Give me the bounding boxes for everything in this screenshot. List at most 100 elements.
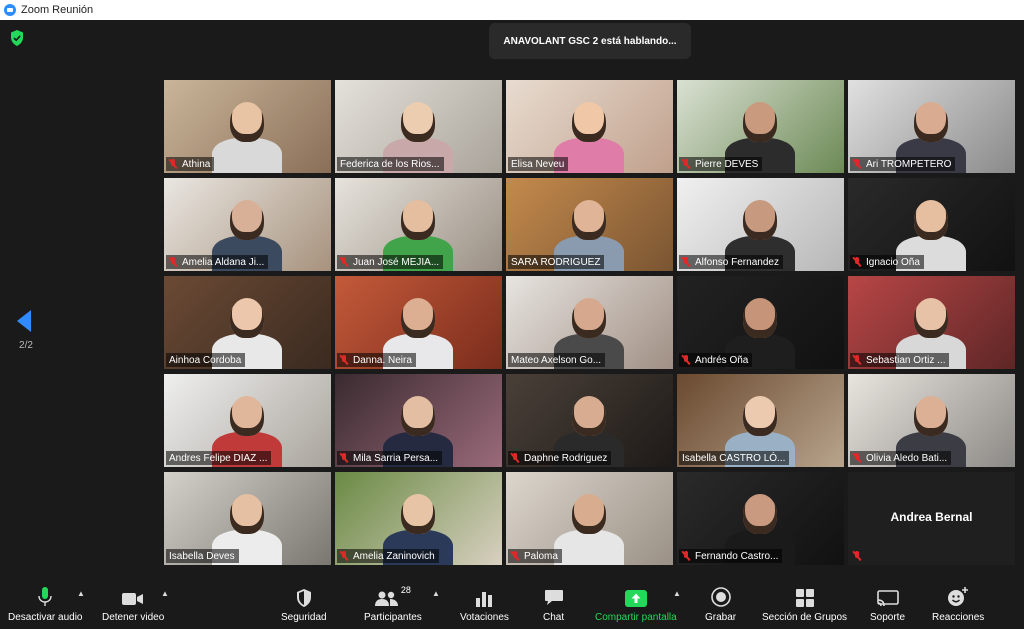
participant-tile[interactable]: Paloma: [506, 472, 673, 565]
participant-name-tag: Ainhoa Cordoba: [166, 353, 246, 367]
support-button[interactable]: Soporte: [870, 585, 905, 623]
muted-microphone-icon: [853, 159, 861, 169]
participant-face: [230, 102, 264, 142]
participant-face: [230, 298, 264, 338]
participant-name-tag: Pierre DEVES: [679, 157, 763, 171]
participant-name-tag: Isabella Deves: [166, 549, 239, 563]
chat-button[interactable]: Chat: [543, 585, 564, 623]
participant-face: [914, 102, 948, 142]
muted-microphone-icon: [169, 159, 177, 169]
participant-tile[interactable]: Andres Felipe DIAZ ...: [164, 374, 331, 467]
muted-microphone-icon: [682, 355, 690, 365]
participant-face: [401, 102, 435, 142]
participant-tile[interactable]: Federica de los Rios...: [335, 80, 502, 173]
participant-name: Ari TROMPETERO: [866, 158, 952, 170]
muted-microphone-icon: [340, 551, 348, 561]
participant-face: [743, 298, 777, 338]
video-options-caret-icon[interactable]: ▲: [161, 589, 169, 598]
stop-video-label: Detener video: [102, 612, 165, 623]
participant-face: [743, 494, 777, 534]
stop-video-button[interactable]: Detener video: [102, 585, 164, 623]
microphone-icon: [38, 585, 52, 607]
participant-face: [914, 396, 948, 436]
muted-microphone-icon: [853, 257, 861, 267]
participant-name: Ignacio Oña: [866, 256, 920, 268]
participant-name-tag: Andrés Oña: [679, 353, 753, 367]
record-button[interactable]: Grabar: [705, 585, 736, 623]
participant-name-tag: Paloma: [508, 549, 562, 563]
participant-tile[interactable]: Mateo Axelson Go...: [506, 276, 673, 369]
muted-microphone-icon: [340, 453, 348, 463]
reactions-label: Reacciones: [932, 612, 985, 623]
muted-microphone-icon: [853, 453, 861, 463]
participant-tile[interactable]: Athina: [164, 80, 331, 173]
polls-button[interactable]: Votaciones: [460, 585, 509, 623]
mute-audio-label: Desactivar audio: [8, 612, 83, 623]
breakout-rooms-grid-icon: [795, 585, 814, 607]
participant-face: [572, 396, 606, 436]
mute-audio-button[interactable]: Desactivar audio: [8, 585, 82, 623]
participant-face: [572, 494, 606, 534]
chat-bubble-icon: [544, 585, 564, 607]
share-options-caret-icon[interactable]: ▲: [673, 589, 681, 598]
participant-tile[interactable]: Elisa Neveu: [506, 80, 673, 173]
participant-tile[interactable]: Alfonso Fernandez: [677, 178, 844, 271]
muted-microphone-icon: [169, 257, 177, 267]
participant-tile[interactable]: Sebastian Ortiz ...: [848, 276, 1015, 369]
muted-microphone-icon: [340, 355, 348, 365]
security-button[interactable]: Seguridad: [281, 585, 327, 623]
video-camera-icon: [122, 585, 144, 607]
participant-name-tag: [850, 549, 870, 563]
muted-microphone-icon: [853, 355, 861, 365]
participant-video-off-name: Andrea Bernal: [890, 510, 973, 524]
participant-name: Paloma: [524, 550, 558, 562]
participant-name: Andres Felipe DIAZ ...: [169, 452, 268, 464]
participant-tile[interactable]: Isabella Deves: [164, 472, 331, 565]
participant-name: Athina: [182, 158, 211, 170]
participant-tile[interactable]: Amelia Aldana Ji...: [164, 178, 331, 271]
breakout-rooms-button[interactable]: Sección de Grupos: [762, 585, 847, 623]
participant-name-tag: Federica de los Rios...: [337, 157, 444, 171]
participant-name-tag: Mila Sarria Persa...: [337, 451, 443, 465]
reactions-button[interactable]: Reacciones: [932, 585, 984, 623]
participant-tile[interactable]: Ainhoa Cordoba: [164, 276, 331, 369]
participant-tile[interactable]: Ignacio Oña: [848, 178, 1015, 271]
participant-name: Fernando Castro...: [695, 550, 779, 562]
participant-tile[interactable]: Daphne Rodriguez: [506, 374, 673, 467]
participant-name-tag: Mateo Axelson Go...: [508, 353, 606, 367]
participant-tile[interactable]: Danna. Neira: [335, 276, 502, 369]
participant-face: [572, 200, 606, 240]
participants-options-caret-icon[interactable]: ▲: [432, 589, 440, 598]
participants-button[interactable]: 28 Participantes: [364, 585, 422, 623]
participant-name: Andrés Oña: [695, 354, 749, 366]
participant-name-tag: Danna. Neira: [337, 353, 416, 367]
participant-tile[interactable]: Andrea Bernal: [848, 472, 1015, 565]
participant-tile[interactable]: Andrés Oña: [677, 276, 844, 369]
participant-face: [230, 396, 264, 436]
participant-tile[interactable]: Fernando Castro...: [677, 472, 844, 565]
participant-tile[interactable]: Olivia Aledo Bati...: [848, 374, 1015, 467]
meeting-toolbar: Desactivar audio ▲ Detener video ▲ Segur…: [0, 579, 1024, 629]
participant-face: [401, 396, 435, 436]
participant-tile[interactable]: Mila Sarria Persa...: [335, 374, 502, 467]
participant-tile[interactable]: Juan José MEJIA...: [335, 178, 502, 271]
participant-tile[interactable]: Ari TROMPETERO: [848, 80, 1015, 173]
share-screen-button[interactable]: Compartir pantalla: [595, 585, 677, 623]
polls-bar-chart-icon: [475, 585, 493, 607]
previous-page-arrow-icon[interactable]: [17, 310, 31, 332]
participant-tile[interactable]: SARA RODRIGUEZ: [506, 178, 673, 271]
participant-name-tag: Juan José MEJIA...: [337, 255, 444, 269]
participant-name: Danna. Neira: [353, 354, 412, 366]
participant-name: Mila Sarria Persa...: [353, 452, 439, 464]
participant-tile[interactable]: Amelia Zaninovich: [335, 472, 502, 565]
participant-face: [230, 200, 264, 240]
audio-options-caret-icon[interactable]: ▲: [77, 589, 85, 598]
encryption-shield-icon[interactable]: [10, 30, 24, 46]
support-label: Soporte: [870, 612, 906, 623]
muted-microphone-icon: [682, 257, 690, 267]
participant-tile[interactable]: Isabella CASTRO LÓ...: [677, 374, 844, 467]
participant-name-tag: Sebastian Ortiz ...: [850, 353, 950, 367]
participant-name: Sebastian Ortiz ...: [866, 354, 946, 366]
muted-microphone-icon: [511, 551, 519, 561]
participant-tile[interactable]: Pierre DEVES: [677, 80, 844, 173]
